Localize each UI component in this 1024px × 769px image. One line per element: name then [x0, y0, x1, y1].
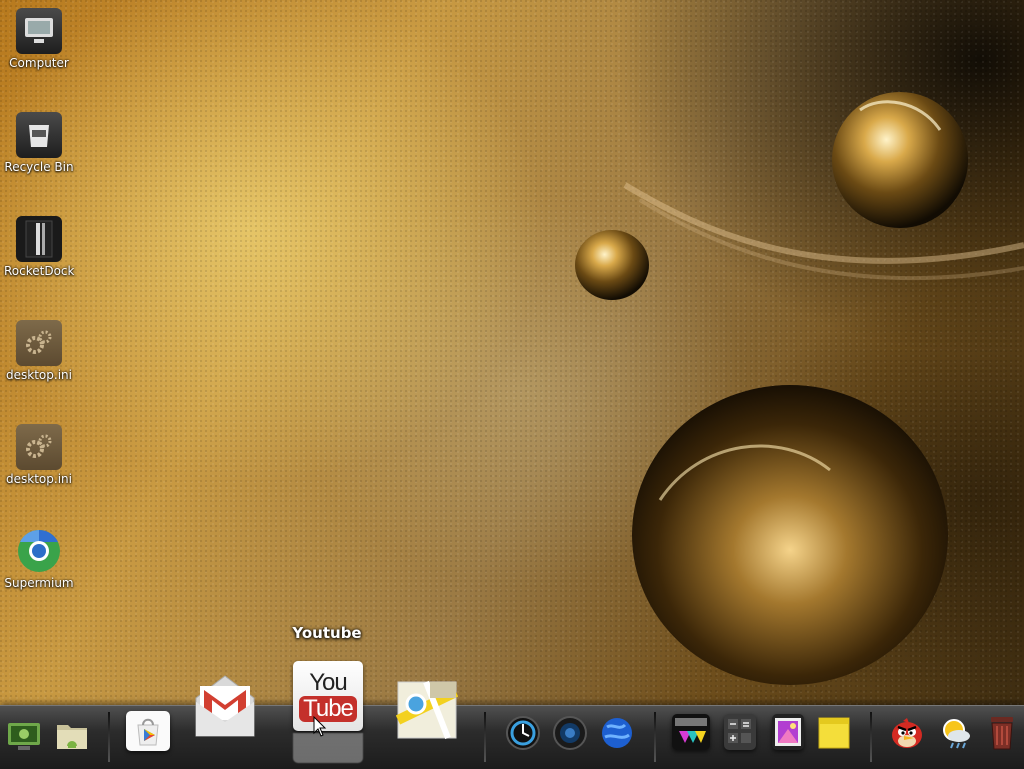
wallpaper-art — [575, 92, 1024, 685]
settings-file-icon — [16, 424, 62, 470]
dock-separator — [654, 712, 656, 762]
desktop-icon-label: Computer — [9, 56, 69, 70]
desktop-icon-label: desktop.ini — [6, 472, 72, 486]
gallery-icon — [775, 718, 801, 746]
desktop-icon-computer[interactable]: Computer — [4, 0, 74, 70]
dock-item-maps[interactable] — [396, 680, 458, 740]
youtube-logo-you: You — [309, 668, 347, 696]
android-folder-icon — [57, 725, 87, 749]
desktop-icon-recycle-bin[interactable]: Recycle Bin — [4, 104, 74, 174]
calculator-icon — [728, 719, 751, 743]
dock-item-gallery[interactable] — [772, 714, 804, 750]
angry-birds-icon — [892, 718, 922, 748]
gmail-icon — [195, 675, 255, 737]
youtube-reflection — [293, 733, 363, 763]
desktop-icon-desktop-ini-1[interactable]: desktop.ini — [4, 312, 74, 382]
dock-separator — [108, 712, 110, 762]
dock-item-clock[interactable] — [504, 714, 542, 752]
desktop-icon-rocketdock[interactable]: RocketDock — [4, 208, 74, 278]
large-sphere — [632, 385, 948, 685]
play-store-icon — [137, 718, 159, 746]
android-desktop-icon — [8, 723, 40, 750]
desktop-icon-label: desktop.ini — [6, 368, 72, 382]
youtube-icon: You Tube — [299, 668, 357, 722]
medium-sphere — [832, 92, 968, 228]
dock-item-youtube[interactable]: You Tube — [293, 661, 363, 731]
dock-item-android-desktop[interactable] — [6, 718, 42, 754]
dock-separator — [484, 712, 486, 762]
youtube-logo-tube: Tube — [299, 695, 357, 722]
dock-item-browser[interactable] — [598, 714, 636, 752]
dock-item-themes[interactable] — [672, 714, 710, 750]
sticky-note-icon — [818, 717, 850, 749]
recycle-bin-icon — [16, 112, 62, 158]
desktop-icon-supermium[interactable]: Supermium — [4, 520, 74, 590]
computer-icon — [16, 8, 62, 54]
browser-icon — [16, 528, 62, 574]
desktop-icon-desktop-ini-2[interactable]: desktop.ini — [4, 416, 74, 486]
maps-icon — [396, 680, 458, 740]
dock-item-angry-birds[interactable] — [888, 714, 926, 752]
globe-icon — [602, 718, 632, 748]
dock-item-gmail[interactable] — [192, 672, 258, 738]
desktop-icon-label: Recycle Bin — [4, 160, 74, 174]
dock-separator — [870, 712, 872, 762]
dock-item-speaker[interactable] — [551, 714, 589, 752]
dock-item-recycle[interactable] — [986, 714, 1018, 752]
weather-icon — [943, 719, 970, 749]
settings-file-icon — [16, 320, 62, 366]
themes-icon — [675, 718, 707, 743]
desktop-icon-label: RocketDock — [4, 264, 75, 278]
dock-item-android-files[interactable] — [54, 716, 90, 754]
dock-item-weather[interactable] — [938, 714, 974, 752]
dock-trash-icon — [991, 717, 1013, 750]
dock-item-play-store[interactable] — [126, 711, 170, 751]
dock-tooltip: Youtube — [292, 624, 362, 642]
clock-icon — [506, 716, 540, 750]
rocketdock-icon — [16, 216, 62, 262]
desktop-icon-label: Supermium — [4, 576, 74, 590]
wallpaper-texture — [0, 0, 1024, 768]
dock-item-calculator[interactable] — [724, 714, 756, 750]
speaker-icon — [553, 716, 587, 750]
small-sphere — [575, 230, 649, 300]
dock-item-notes[interactable] — [816, 714, 852, 752]
